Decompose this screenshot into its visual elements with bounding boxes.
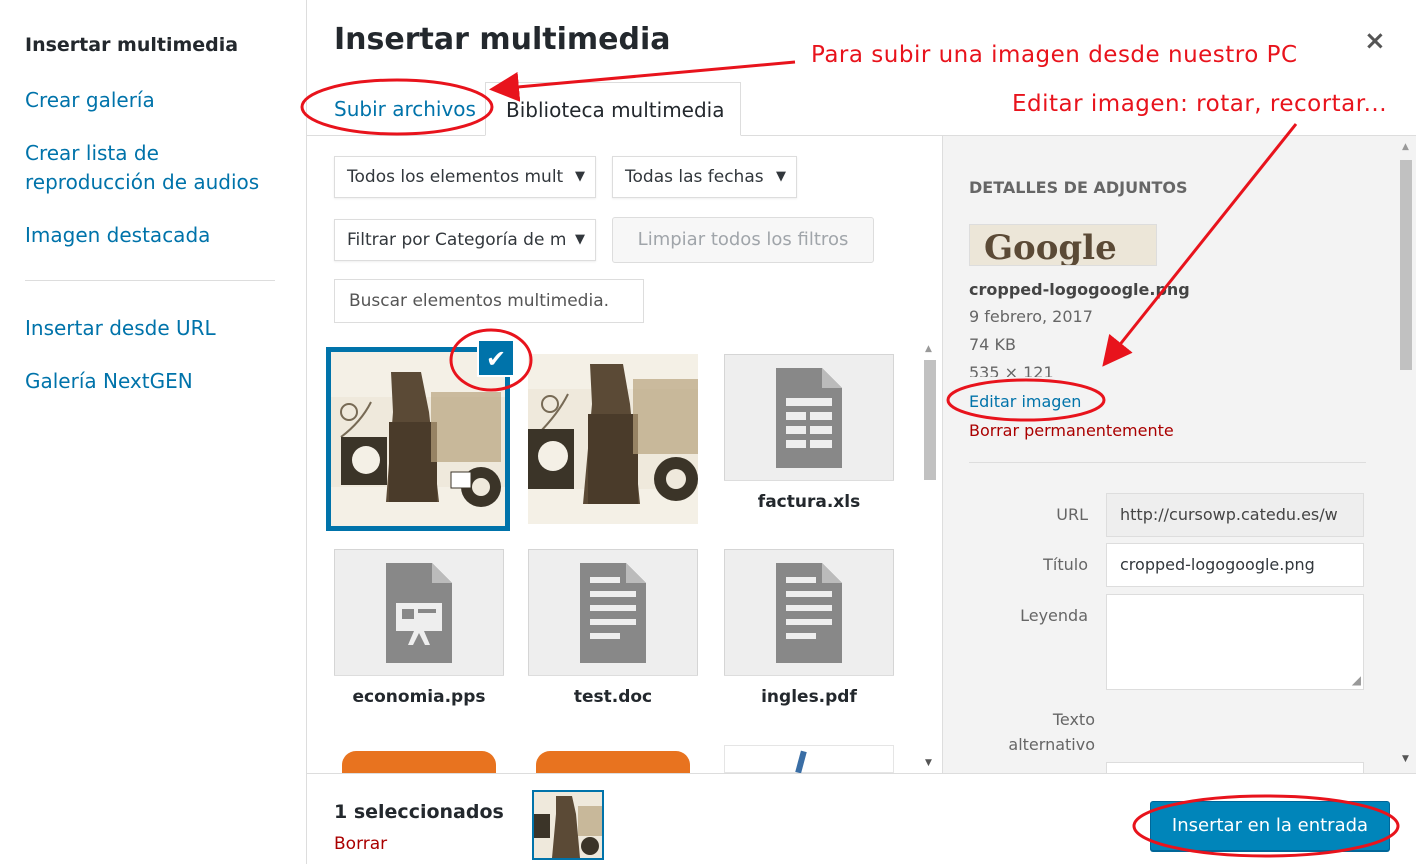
resize-handle-icon[interactable]: ◢: [1352, 659, 1361, 689]
doodle-thumbnail: [331, 352, 505, 526]
scroll-down-icon[interactable]: ▼: [925, 758, 932, 768]
attachment-document[interactable]: test.doc: [528, 549, 698, 719]
attachment-partial[interactable]: [528, 745, 698, 773]
search-input[interactable]: Buscar elementos multimedia.: [334, 279, 644, 323]
dropdown-arrow-icon: ▼: [575, 232, 585, 247]
dropdown-arrow-icon: ▼: [776, 169, 786, 184]
attachment-filename: factura.xls: [724, 480, 894, 524]
menu-item-create-playlist[interactable]: Crear lista de reproducción de audios: [25, 139, 259, 197]
selection-count: 1 seleccionados: [334, 801, 504, 823]
scroll-up-icon[interactable]: ▲: [1402, 142, 1409, 152]
details-separator: [969, 462, 1366, 463]
clear-filters-button[interactable]: Limpiar todos los filtros: [612, 217, 874, 263]
menu-item-create-gallery[interactable]: Crear galería: [25, 86, 155, 115]
annotation-edit-note: Editar imagen: rotar, recortar...: [1012, 91, 1388, 117]
selection-thumbnail[interactable]: [532, 790, 604, 860]
title-field[interactable]: cropped-logogoogle.png: [1106, 543, 1364, 587]
alt-text-label-line2: alternativo: [1008, 735, 1095, 754]
details-thumbnail: Google: [969, 224, 1157, 266]
frame-divider: [306, 0, 307, 864]
menu-item-featured-image[interactable]: Imagen destacada: [25, 221, 210, 250]
media-menu: Insertar multimedia Crear galería Crear …: [0, 0, 306, 864]
clear-selection-link[interactable]: Borrar: [334, 834, 387, 854]
attachment-presentation[interactable]: economia.pps: [334, 549, 504, 719]
caption-field[interactable]: ◢: [1106, 594, 1364, 690]
attachment-partial[interactable]: [724, 745, 894, 773]
orange-thumbnail: [536, 751, 690, 773]
details-heading: DETALLES DE ADJUNTOS: [969, 178, 1188, 197]
dropdown-arrow-icon: ▼: [575, 169, 585, 184]
alt-text-label-line1: Texto: [1052, 710, 1095, 729]
scroll-up-icon[interactable]: ▲: [925, 344, 932, 354]
tab-upload-files[interactable]: Subir archivos: [334, 82, 476, 136]
presentation-icon: [386, 563, 452, 663]
scroll-down-icon[interactable]: ▼: [1402, 754, 1409, 764]
edit-image-link[interactable]: Editar imagen: [969, 392, 1081, 411]
annotation-upload-note: Para subir una imagen desde nuestro PC: [811, 42, 1298, 68]
attachment-partial[interactable]: [334, 745, 504, 773]
grid-scrollbar[interactable]: ▲ ▼: [920, 340, 940, 772]
attachment-spreadsheet[interactable]: factura.xls: [724, 354, 894, 524]
document-icon: [776, 563, 842, 663]
menu-item-create-playlist-line2: reproducción de audios: [25, 170, 260, 194]
attachment-filename: test.doc: [528, 675, 698, 719]
document-icon: [580, 563, 646, 663]
url-label: URL: [1056, 505, 1088, 524]
doodle-thumbnail: [534, 792, 602, 858]
delete-permanently-link[interactable]: Borrar permanentemente: [969, 421, 1174, 440]
filter-type-select[interactable]: Todos los elementos mult ▼: [334, 156, 596, 198]
doodle-thumbnail: [528, 354, 698, 524]
insert-into-post-button[interactable]: Insertar en la entrada: [1150, 801, 1390, 851]
attachment-image[interactable]: [528, 354, 698, 524]
details-date: 9 febrero, 2017: [969, 307, 1093, 326]
attachment-document[interactable]: ingles.pdf: [724, 549, 894, 719]
music-note-icon: [795, 750, 807, 773]
details-filename: cropped-logogoogle.png: [969, 280, 1190, 299]
filter-category-select[interactable]: Filtrar por Categoría de m ▼: [334, 219, 596, 261]
details-scrollbar-thumb[interactable]: [1400, 160, 1412, 370]
checkmark-icon[interactable]: ✔: [477, 339, 515, 377]
tab-media-library[interactable]: Biblioteca multimedia: [485, 82, 741, 136]
modal-title: Insertar multimedia: [334, 22, 671, 57]
spreadsheet-icon: [776, 368, 842, 468]
menu-item-create-playlist-line1: Crear lista de: [25, 141, 159, 165]
filter-type-value: Todos los elementos mult: [347, 167, 564, 187]
menu-item-nextgen-gallery[interactable]: Galería NextGEN: [25, 367, 193, 396]
details-dimensions: 535 × 121: [969, 363, 1054, 377]
attachment-filename: economia.pps: [334, 675, 504, 719]
details-scrollbar[interactable]: ▲ ▼: [1394, 136, 1416, 773]
details-size: 74 KB: [969, 335, 1016, 354]
details-thumbnail-text: Google: [984, 228, 1117, 266]
grid-scrollbar-thumb[interactable]: [924, 360, 936, 480]
orange-thumbnail: [342, 751, 496, 773]
attachment-filename: ingles.pdf: [724, 675, 894, 719]
filter-date-select[interactable]: Todas las fechas ▼: [612, 156, 797, 198]
menu-separator: [25, 280, 275, 281]
google-doodle-thumbnail: Google: [970, 225, 1156, 266]
menu-item-insert-media[interactable]: Insertar multimedia: [25, 31, 238, 60]
filter-category-value: Filtrar por Categoría de m: [347, 230, 567, 250]
filter-date-value: Todas las fechas: [625, 167, 764, 187]
caption-label: Leyenda: [1020, 606, 1088, 625]
menu-item-insert-from-url[interactable]: Insertar desde URL: [25, 314, 216, 343]
url-field[interactable]: http://cursowp.catedu.es/w: [1106, 493, 1364, 537]
title-label: Título: [1043, 555, 1088, 574]
close-icon[interactable]: ×: [1364, 26, 1386, 56]
